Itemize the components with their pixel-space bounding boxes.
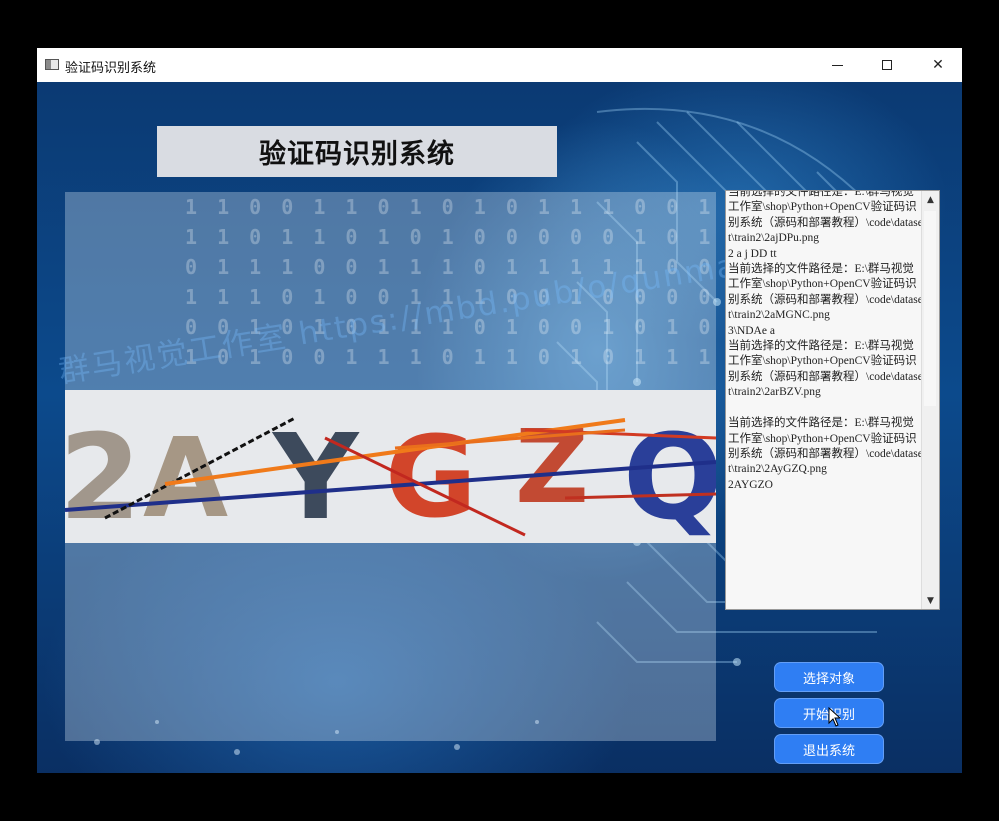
captcha-image: 2 A Y G Z Q xyxy=(59,390,723,546)
close-button[interactable]: ✕ xyxy=(915,48,961,82)
scroll-down-icon[interactable]: ▼ xyxy=(922,592,939,609)
minimize-icon xyxy=(831,64,843,66)
scroll-up-icon[interactable]: ▲ xyxy=(922,191,939,208)
captcha-graphic: 2 A Y G Z Q xyxy=(59,390,723,546)
app-icon xyxy=(45,59,59,70)
captcha-char-q: Q xyxy=(623,408,716,543)
captcha-char-2: 2 xyxy=(65,408,141,543)
title-bar: 验证码识别系统 ✕ xyxy=(37,48,962,83)
window-title: 验证码识别系统 xyxy=(65,61,157,76)
client-area: 验证码识别系统 1 1 0 0 1 1 0 1 0 1 0 1 1 1 0 0 … xyxy=(37,82,962,773)
close-icon: ✕ xyxy=(932,57,944,73)
captcha-char-g: G xyxy=(385,413,477,543)
exit-system-button[interactable]: 退出系统 xyxy=(774,734,884,764)
maximize-icon xyxy=(882,60,892,70)
maximize-button[interactable] xyxy=(864,48,910,82)
vertical-scrollbar[interactable]: ▲ ▼ xyxy=(921,191,939,609)
log-text: 当前选择的文件路径是：E:\群马视觉工作室\shop\Python+OpenCV… xyxy=(728,190,923,491)
select-object-button[interactable]: 选择对象 xyxy=(774,662,884,692)
result-log-textbox[interactable]: 当前选择的文件路径是：E:\群马视觉工作室\shop\Python+OpenCV… xyxy=(725,190,940,610)
minimize-button[interactable] xyxy=(814,48,860,82)
mouse-cursor-icon xyxy=(828,707,842,727)
app-window: 验证码识别系统 ✕ 验证码识别系统 1 1 0 0 1 1 0 1 0 1 0 … xyxy=(37,48,962,773)
page-title: 验证码识别系统 xyxy=(259,139,455,170)
scrollbar-thumb[interactable] xyxy=(924,211,936,406)
captcha-char-y: Y xyxy=(271,408,360,543)
title-banner: 验证码识别系统 xyxy=(157,126,557,177)
